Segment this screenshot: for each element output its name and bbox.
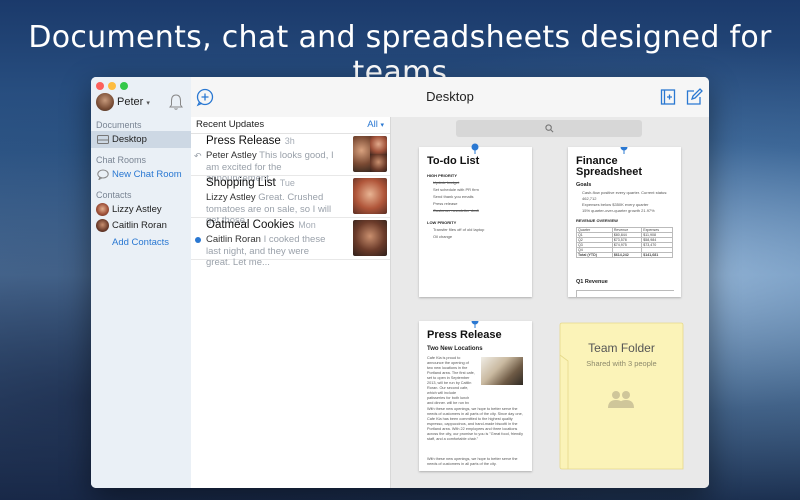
update-time: Mon bbox=[298, 220, 316, 230]
contact-name: Lizzy Astley bbox=[112, 204, 162, 215]
chevron-down-icon: ▾ bbox=[380, 122, 384, 129]
q1-chart-stub bbox=[576, 290, 674, 297]
update-time: Tue bbox=[279, 178, 295, 188]
update-title-row: Oatmeal Cookies Mon bbox=[206, 219, 316, 231]
bell-icon[interactable] bbox=[168, 93, 184, 111]
search-field[interactable] bbox=[456, 120, 642, 137]
section-label: HIGH PRIORITY bbox=[427, 173, 458, 178]
desktop-canvas: To-do List HIGH PRIORITY Update budget S… bbox=[391, 117, 709, 488]
update-title: Shopping List bbox=[206, 177, 276, 189]
recent-updates-header: Recent Updates All ▾ bbox=[191, 117, 390, 134]
doc-finance-spreadsheet[interactable]: Finance Spreadsheet Goals Cash-flow posi… bbox=[568, 147, 681, 297]
table-cell: $614,242 bbox=[611, 252, 643, 258]
update-title-row: Press Release 3h bbox=[206, 135, 295, 147]
press-paragraph: Cafe Kia is proud to announce the openin… bbox=[427, 356, 475, 404]
participant-thumbnail bbox=[353, 178, 387, 214]
filter-dropdown[interactable]: All ▾ bbox=[367, 119, 384, 130]
unread-dot bbox=[195, 237, 201, 243]
contact-lizzy-astley[interactable]: Lizzy Astley bbox=[91, 201, 191, 218]
participants-thumbnail bbox=[353, 136, 387, 172]
goals-label: Goals bbox=[576, 182, 592, 188]
add-contacts-label: Add Contacts bbox=[112, 237, 170, 248]
revenue-table: Quarter Revenue Expenses Q1 $80,844 $11,… bbox=[576, 227, 673, 258]
sidebar-item-label: Desktop bbox=[112, 134, 147, 145]
update-item-press-release[interactable]: ↶ Press Release 3h Peter Astley This look… bbox=[191, 133, 390, 184]
avatar bbox=[96, 203, 109, 216]
table-cell: $141,681 bbox=[641, 252, 673, 258]
doc-title: Press Release bbox=[427, 329, 502, 341]
new-chat-room-label: New Chat Room bbox=[112, 169, 182, 180]
reply-arrow-icon: ↶ bbox=[194, 151, 202, 161]
press-photo bbox=[481, 357, 523, 385]
compose-icon[interactable] bbox=[684, 87, 704, 107]
doc-subtitle: Two New Locations bbox=[427, 346, 483, 352]
minimize-window-button[interactable] bbox=[108, 82, 116, 90]
pin-icon bbox=[620, 147, 628, 154]
sidebar-item-desktop[interactable]: Desktop bbox=[91, 131, 191, 148]
doc-press-release[interactable]: Press Release Two New Locations Cafe Kia… bbox=[419, 321, 532, 471]
recent-updates-panel: Recent Updates All ▾ ↶ Press Release 3h P… bbox=[191, 117, 391, 488]
update-sender: Lizzy Astley bbox=[206, 192, 256, 203]
todo-item: Customer newsletter draft bbox=[433, 208, 479, 213]
sidebar: Peter ▾ Documents Desktop Chat Rooms New… bbox=[91, 77, 192, 488]
add-contacts-button[interactable]: Add Contacts bbox=[91, 234, 191, 251]
doc-title: To-do List bbox=[427, 155, 480, 167]
update-title-row: Shopping List Tue bbox=[206, 177, 295, 189]
app-window: Peter ▾ Documents Desktop Chat Rooms New… bbox=[91, 77, 709, 488]
todo-item: Send thank you emails bbox=[433, 194, 474, 199]
update-sender: Peter Astley bbox=[206, 150, 257, 161]
user-avatar[interactable] bbox=[96, 93, 114, 111]
pin-icon bbox=[471, 143, 479, 154]
update-preview: Caitlin Roran I cooked these last night,… bbox=[206, 234, 334, 269]
avatar bbox=[96, 219, 109, 232]
q1-revenue-label: Q1 Revenue bbox=[576, 279, 608, 285]
participant-thumbnail bbox=[353, 220, 387, 256]
new-folder-icon[interactable] bbox=[658, 87, 678, 107]
desktop-tray-icon bbox=[97, 135, 109, 144]
goal-item: 15% quarter-over-quarter growth 21.97% bbox=[582, 208, 655, 213]
section-label: REVENUE OVERVIEW bbox=[576, 218, 618, 223]
user-name: Peter bbox=[117, 96, 144, 108]
search-icon bbox=[545, 124, 554, 133]
press-paragraph: With these new openings, we hope to bett… bbox=[427, 457, 518, 466]
goal-item: Cash-flow positive every quarter. Curren… bbox=[582, 190, 668, 201]
pin-icon bbox=[471, 321, 479, 328]
todo-item: Update budget bbox=[433, 180, 460, 185]
window-title: Desktop bbox=[426, 89, 474, 104]
table-cell: Total (YTD) bbox=[576, 252, 613, 258]
todo-item: Oil change bbox=[433, 234, 453, 239]
contacts-section-label: Contacts bbox=[96, 190, 132, 200]
update-sender: Caitlin Roran bbox=[206, 234, 261, 245]
update-item-oatmeal-cookies[interactable]: Oatmeal Cookies Mon Caitlin Roran I cooke… bbox=[191, 217, 390, 268]
todo-item: Press release bbox=[433, 201, 458, 206]
doc-title-line2: Spreadsheet bbox=[576, 166, 643, 178]
update-title: Press Release bbox=[206, 135, 281, 147]
chat-bubble-icon bbox=[97, 169, 109, 180]
todo-item: Transfer files off of old laptop bbox=[433, 227, 485, 232]
chat-rooms-section-label: Chat Rooms bbox=[96, 155, 147, 165]
user-menu[interactable]: Peter ▾ bbox=[117, 96, 150, 108]
contact-name: Caitlin Roran bbox=[112, 220, 167, 231]
recent-updates-title: Recent Updates bbox=[196, 119, 265, 130]
chevron-down-icon: ▾ bbox=[146, 100, 150, 107]
section-label: LOW PRIORITY bbox=[427, 220, 457, 225]
close-window-button[interactable] bbox=[96, 82, 104, 90]
toolbar: Desktop bbox=[191, 77, 709, 118]
folder-name: Team Folder bbox=[588, 341, 655, 355]
todo-item: Set schedule with PR firm bbox=[433, 187, 479, 192]
new-chat-room-button[interactable]: New Chat Room bbox=[91, 166, 191, 183]
filter-value: All bbox=[367, 119, 378, 130]
documents-section-label: Documents bbox=[96, 120, 142, 130]
update-time: 3h bbox=[284, 136, 295, 146]
people-icon bbox=[608, 391, 634, 408]
contact-caitlin-roran[interactable]: Caitlin Roran bbox=[91, 217, 191, 234]
update-title: Oatmeal Cookies bbox=[206, 219, 295, 231]
doc-todo-list[interactable]: To-do List HIGH PRIORITY Update budget S… bbox=[419, 143, 532, 297]
folder-shared-label: Shared with 3 people bbox=[586, 359, 657, 368]
team-folder[interactable]: Team Folder Shared with 3 people bbox=[559, 321, 684, 471]
zoom-window-button[interactable] bbox=[120, 82, 128, 90]
update-item-shopping-list[interactable]: Shopping List Tue Lizzy Astley Great. Cru… bbox=[191, 175, 390, 226]
press-paragraph: With these new openings, we hope to bett… bbox=[427, 407, 524, 441]
